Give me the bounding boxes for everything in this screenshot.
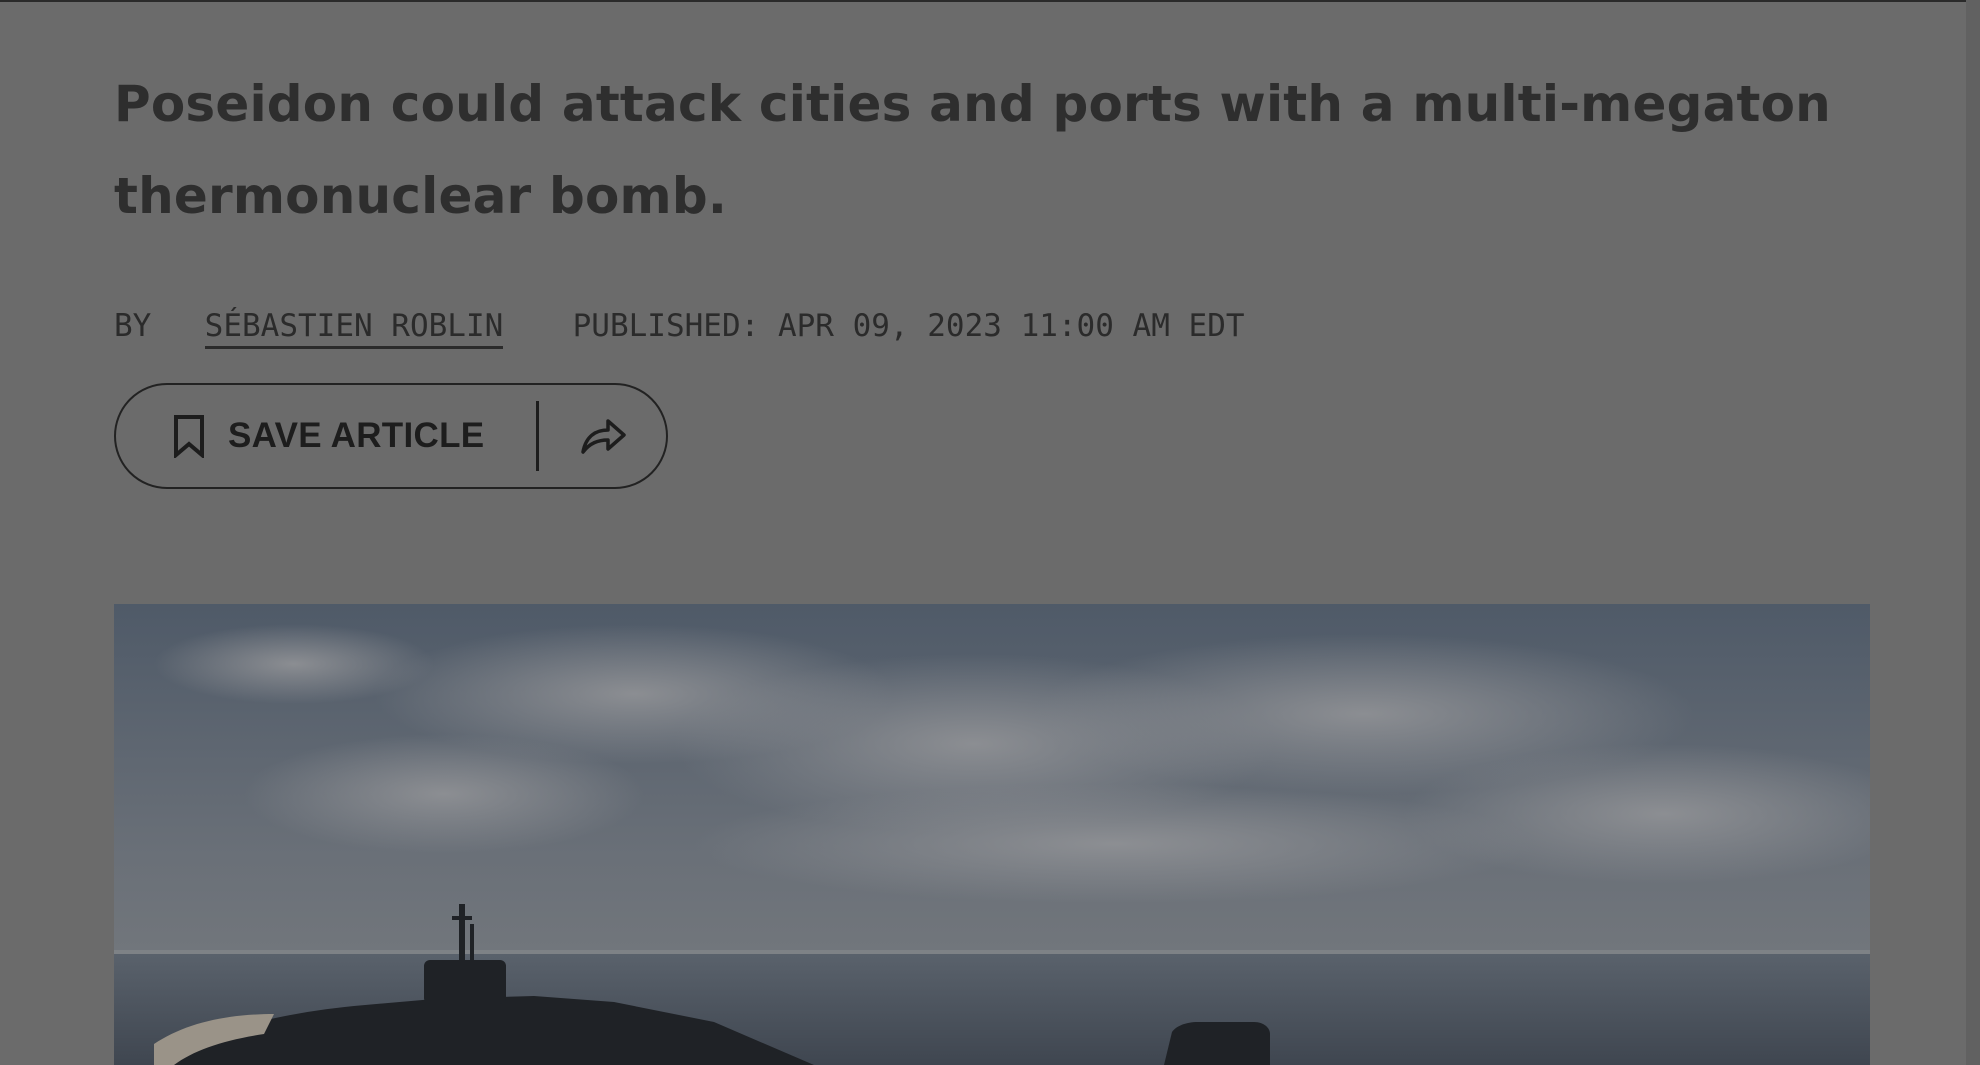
share-arrow-icon bbox=[580, 419, 626, 454]
scrollbar-track[interactable] bbox=[1966, 0, 1980, 1065]
share-button[interactable] bbox=[539, 385, 666, 487]
bookmark-icon bbox=[172, 414, 206, 460]
save-article-label: SAVE ARTICLE bbox=[228, 416, 485, 455]
article-dek: Poseidon could attack cities and ports w… bbox=[114, 75, 1831, 225]
hero-image bbox=[114, 604, 1870, 1065]
submarine-photo bbox=[114, 604, 1870, 1065]
byline: BY SÉBASTIEN ROBLIN PUBLISHED: APR 09, 2… bbox=[114, 302, 1245, 350]
article-page: Poseidon could attack cities and ports w… bbox=[0, 0, 1980, 1065]
save-article-button[interactable]: SAVE ARTICLE bbox=[116, 385, 536, 487]
article-actions: SAVE ARTICLE bbox=[114, 383, 668, 489]
byline-prefix: BY bbox=[114, 308, 152, 344]
author-link[interactable]: SÉBASTIEN ROBLIN bbox=[204, 308, 504, 349]
published-date: PUBLISHED: APR 09, 2023 11:00 AM EDT bbox=[572, 308, 1245, 344]
top-border bbox=[0, 0, 1980, 2]
